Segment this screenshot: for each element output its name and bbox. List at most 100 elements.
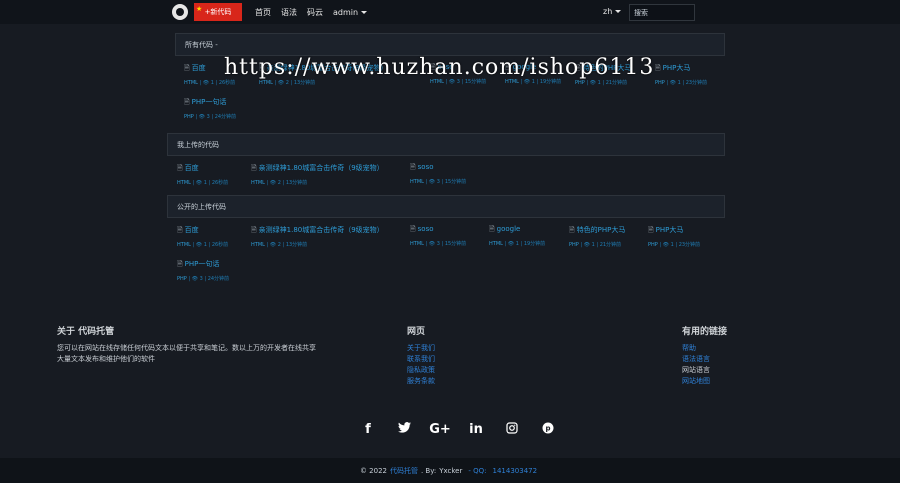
code-item-title[interactable]: PHP大马: [656, 226, 684, 234]
code-item-views: 1: [203, 180, 207, 186]
code-item[interactable]: 🗎 soso HTML | 👁 3 | 15分钟前: [410, 225, 466, 247]
code-item[interactable]: 🗎 PHP大马 PHP | 👁 1 | 23分钟前: [648, 225, 700, 248]
eye-icon: 👁: [662, 242, 670, 248]
code-item[interactable]: 🗎 百度 HTML | 👁 1 | 26秒前: [177, 163, 228, 186]
code-item-lang: HTML: [410, 241, 424, 247]
new-code-button[interactable]: ★ +新代码: [194, 3, 242, 21]
file-icon: 🗎: [177, 226, 183, 234]
code-item-time: 23分钟前: [685, 80, 708, 86]
footer-link-terms[interactable]: 服务条款: [407, 376, 435, 387]
file-icon: 🗎: [410, 225, 416, 233]
code-item-title[interactable]: 百度: [185, 226, 199, 234]
github-icon[interactable]: [172, 4, 188, 20]
code-item-title[interactable]: 百度: [185, 164, 199, 172]
instagram-icon[interactable]: [494, 422, 530, 438]
qq-number[interactable]: 1414303472: [493, 467, 538, 475]
code-item[interactable]: 🗎 亲测绿神1.80城富合击传奇（9级宠物） HTML | 👁 2 | 13分钟前: [251, 163, 384, 186]
eye-icon: 👁: [195, 242, 203, 248]
user-menu[interactable]: admin: [333, 8, 368, 17]
code-item-title[interactable]: 亲测绿神1.80城富合击传奇（9级宠物）: [259, 164, 384, 172]
eye-icon: 👁: [277, 80, 285, 86]
code-item-time: 26秒前: [211, 242, 229, 248]
footer-useful-heading: 有用的链接: [682, 327, 728, 337]
file-icon: 🗎: [251, 164, 257, 172]
code-item[interactable]: 🗎 soso HTML | 👁 3 | 15分钟前: [410, 163, 466, 185]
footer-about-text: 您可以在网站在线存储任何代码文本以便于共享和笔记。数以上万的开发者在线共享 大量…: [57, 343, 357, 365]
nav-link-syntax[interactable]: 语法: [281, 7, 297, 18]
code-item[interactable]: 🗎 亲测绿神1.80城富合击传奇（9级宠物） HTML | 👁 2 | 13分钟前: [251, 225, 384, 248]
code-item-lang: PHP: [575, 80, 585, 86]
navbar-inner: ★ +新代码 首页 语法 码云 admin: [172, 0, 372, 24]
code-item-title[interactable]: PHP一句话: [185, 260, 220, 268]
code-item-lang: HTML: [177, 180, 191, 186]
eye-icon: 👁: [195, 180, 203, 186]
code-item-views: 2: [285, 80, 289, 86]
code-item[interactable]: 🗎 google HTML | 👁 1 | 19分钟前: [489, 225, 545, 247]
code-item[interactable]: 🗎 百度 HTML | 👁 1 | 26秒前: [177, 225, 228, 248]
code-item-lang: HTML: [259, 80, 273, 86]
search-input[interactable]: [629, 4, 695, 21]
footer-link-privacy[interactable]: 隐私政策: [407, 365, 435, 376]
footer-link-sitemap[interactable]: 网站地图: [682, 376, 710, 387]
code-item[interactable]: 🗎 特色的PHP大马 PHP | 👁 1 | 21分钟前: [569, 225, 625, 248]
chevron-down-icon: [615, 10, 622, 13]
code-item-title[interactable]: soso: [418, 163, 434, 171]
language-selector[interactable]: zh: [603, 7, 622, 16]
code-item-views: 1: [210, 80, 214, 86]
twitter-icon[interactable]: [386, 422, 422, 438]
code-item[interactable]: 🗎 PHP一句话 PHP | 👁 3 | 24分钟前: [177, 259, 229, 282]
pinterest-icon[interactable]: p: [530, 422, 566, 438]
code-item-title[interactable]: 亲测绿神1.80城富合击传奇（9级宠物）: [259, 226, 384, 234]
code-item-lang: HTML: [251, 180, 265, 186]
file-icon: 🗎: [410, 163, 416, 171]
svg-text:p: p: [545, 425, 550, 433]
code-item-views: 1: [670, 242, 674, 248]
code-item-lang: HTML: [177, 242, 191, 248]
code-item-time: 26秒前: [211, 180, 229, 186]
section-title[interactable]: 所有代码 -: [185, 40, 218, 50]
file-icon: 🗎: [569, 226, 575, 234]
code-item-time: 23分钟前: [678, 242, 701, 248]
footer-about-line: 大量文本发布和维护他们的软件: [57, 355, 155, 363]
code-item-time: 15分钟前: [444, 241, 467, 247]
code-item[interactable]: 🗎 PHP一句话 PHP | 👁 3 | 24分钟前: [184, 97, 236, 120]
file-icon: 🗎: [184, 64, 190, 72]
facebook-icon[interactable]: f: [350, 422, 386, 438]
site-name-link[interactable]: 代码托管: [390, 466, 418, 476]
code-item-lang: HTML: [184, 80, 198, 86]
code-item-lang: PHP: [177, 276, 187, 282]
eye-icon: 👁: [428, 179, 436, 185]
nav-link-home[interactable]: 首页: [255, 7, 271, 18]
section-title: 公开的上传代码: [177, 202, 226, 211]
code-item-views: 1: [515, 241, 519, 247]
code-item-time: 13分钟前: [285, 180, 308, 186]
code-item-title[interactable]: 百度: [192, 64, 206, 72]
code-item-title[interactable]: PHP一句话: [192, 98, 227, 106]
nav-link-gitee[interactable]: 码云: [307, 7, 323, 18]
code-item-time: 13分钟前: [285, 242, 308, 248]
language-value: zh: [603, 7, 613, 16]
google-plus-icon[interactable]: G+: [422, 422, 458, 438]
code-item-title[interactable]: soso: [418, 225, 434, 233]
code-item-lang: PHP: [569, 242, 579, 248]
code-item-time: 24分钟前: [214, 114, 237, 120]
code-item-lang: HTML: [410, 179, 424, 185]
footer-link-site-lang[interactable]: 网站语言: [682, 365, 710, 376]
code-item-title[interactable]: 特色的PHP大马: [577, 226, 626, 234]
footer-link-help[interactable]: 帮助: [682, 343, 710, 354]
code-item-views: 1: [203, 242, 207, 248]
code-item-time: 19分钟前: [523, 241, 546, 247]
footer-link-syntax-lang[interactable]: 语法语言: [682, 354, 710, 365]
eye-icon: 👁: [202, 80, 210, 86]
watermark-text: https://www.huzhan.com/ishop6113: [224, 55, 655, 80]
by-label: . By:: [420, 466, 437, 475]
code-item[interactable]: 🗎 PHP大马 PHP | 👁 1 | 23分钟前: [655, 63, 707, 86]
eye-icon: 👁: [589, 80, 597, 86]
code-item-time: 15分钟前: [444, 179, 467, 185]
footer-link-about[interactable]: 关于我们: [407, 343, 435, 354]
code-item-title[interactable]: google: [497, 225, 521, 233]
code-item-title[interactable]: PHP大马: [663, 64, 691, 72]
footer-link-contact[interactable]: 联系我们: [407, 354, 435, 365]
linkedin-icon[interactable]: in: [458, 422, 494, 438]
eye-icon: 👁: [198, 114, 206, 120]
